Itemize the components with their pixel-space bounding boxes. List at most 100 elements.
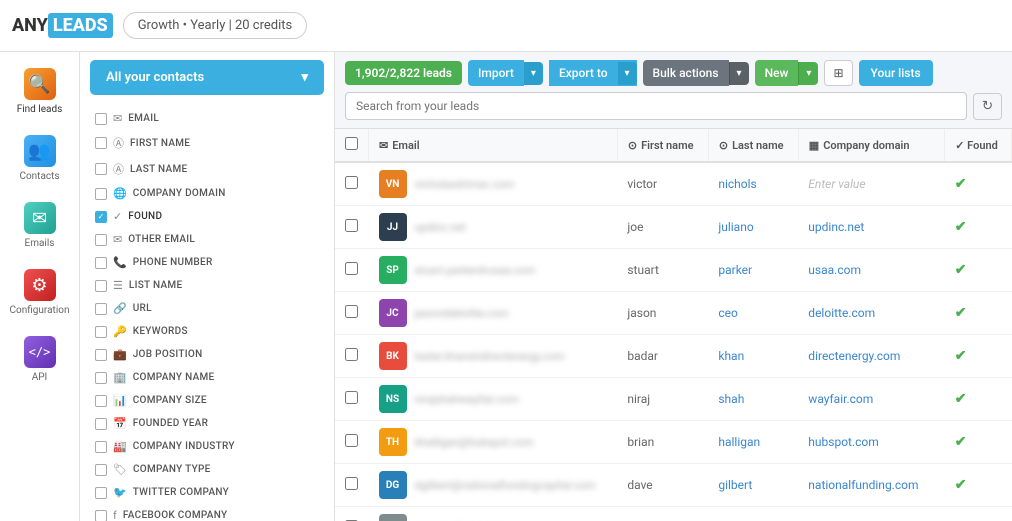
row-checkbox[interactable] (345, 391, 358, 404)
filter-item[interactable]: 📅 FOUNDED YEAR (80, 412, 334, 435)
email-cell: VNnicholasdrlmac.com (369, 162, 618, 206)
email-cell-inner: SPstuart.parkerdrusaa.com (379, 256, 608, 284)
row-checkbox-cell (335, 335, 369, 378)
export-arrow[interactable]: ▾ (618, 62, 637, 85)
export-main[interactable]: Export to (549, 60, 618, 86)
domain-cell: nationalfunding.com (798, 464, 944, 507)
filter-checkbox (95, 257, 107, 269)
all-contacts-button[interactable]: All your contacts ▾ (90, 60, 324, 95)
search-input[interactable] (345, 92, 967, 120)
filter-item[interactable]: 🌐COMPANY DOMAIN (80, 182, 334, 205)
row-checkbox[interactable] (345, 477, 358, 490)
row-checkbox[interactable] (345, 434, 358, 447)
filter-item[interactable]: 🏢COMPANY NAME (80, 366, 334, 389)
sidebar-item-api[interactable]: </> API (4, 328, 76, 391)
refresh-button[interactable]: ↻ (973, 93, 1002, 120)
logo-leads: LEADS (48, 13, 113, 38)
filter-item[interactable]: 🏷COMPANY TYPE (80, 458, 334, 481)
import-arrow[interactable]: ▾ (524, 62, 543, 85)
col-firstname: ⊙First name (617, 129, 708, 162)
filter-item[interactable]: ☰LIST NAME (80, 274, 334, 297)
email-cell: DGdgilbert@nationalfundingcapital.com (369, 464, 618, 507)
email-cell: NSnirajshahwayfair.com (369, 378, 618, 421)
found-cell: ✔ (945, 507, 1012, 521)
filter-label: COMPANY TYPE (133, 464, 211, 475)
new-button[interactable]: New ▾ (755, 60, 819, 86)
sidebar-item-contacts[interactable]: 👥 Contacts (4, 127, 76, 190)
sidebar-item-configuration[interactable]: ⚙ Configuration (4, 261, 76, 324)
new-arrow[interactable]: ▾ (798, 62, 818, 85)
filter-label: FOUND (128, 211, 162, 222)
sidebar-label-emails: Emails (25, 238, 55, 249)
table-row[interactable]: SPstuart.parkerdrusaa.comstuartparkerusa… (335, 249, 1012, 292)
row-checkbox-cell (335, 464, 369, 507)
table-row[interactable]: DGdgilbert@nationalfundingcapital.comdav… (335, 464, 1012, 507)
filter-icon: 🏢 (113, 371, 127, 384)
found-checkmark: ✔ (955, 391, 967, 407)
filter-icon: 🐦 (113, 486, 127, 499)
filter-icon: 📊 (113, 394, 127, 407)
domain-cell: usaa.com (798, 249, 944, 292)
filter-checkbox (95, 137, 107, 149)
firstname-cell: jason (617, 292, 708, 335)
row-checkbox[interactable] (345, 348, 358, 361)
firstname-cell: badar (617, 335, 708, 378)
bulk-actions-button[interactable]: Bulk actions ▾ (643, 60, 749, 86)
your-lists-button[interactable]: Your lists (859, 60, 933, 86)
sidebar-item-findleads[interactable]: 🔍 Find leads (4, 60, 76, 123)
filter-item[interactable]: fFACEBOOK COMPANY (80, 504, 334, 521)
import-main[interactable]: Import (468, 60, 524, 86)
row-checkbox[interactable] (345, 305, 358, 318)
filter-item[interactable]: 🔑KEYWORDS (80, 320, 334, 343)
table-row[interactable]: JCjasonddeloitte.comjasonceodeloitte.com… (335, 292, 1012, 335)
filter-item[interactable]: 🐦 TWITTER COMPANY (80, 481, 334, 504)
filter-icon: 💼 (113, 348, 127, 361)
filter-panel: All your contacts ▾ ✉EMAILⒶFIRST NAMEⒶLA… (80, 52, 335, 521)
table-row[interactable]: BKbadar.khanshdirectenergy.combadarkhand… (335, 335, 1012, 378)
filter-icon: 📞 (113, 256, 127, 269)
sidebar-label-findleads: Find leads (17, 104, 63, 115)
filter-label: EMAIL (128, 113, 159, 124)
filter-icon: 🏭 (113, 440, 127, 453)
table-row[interactable]: NSnirajshahwayfair.comnirajshahwayfair.c… (335, 378, 1012, 421)
table-row[interactable]: JJupdinc.netjoejulianoupdinc.net✔ (335, 206, 1012, 249)
columns-button[interactable]: ⊞ (824, 60, 852, 86)
filter-icon: ✓ (113, 210, 122, 223)
row-checkbox[interactable] (345, 219, 358, 232)
select-all-checkbox[interactable] (345, 137, 358, 150)
filter-label: TWITTER COMPANY (133, 487, 229, 498)
bulk-arrow[interactable]: ▾ (729, 62, 749, 85)
row-checkbox[interactable] (345, 262, 358, 275)
filter-icon: 🔑 (113, 325, 127, 338)
filter-label: FOUNDED YEAR (133, 418, 209, 429)
sidebar-item-emails[interactable]: ✉ Emails (4, 194, 76, 257)
filter-item[interactable]: 🏭COMPANY INDUSTRY (80, 435, 334, 458)
filter-item[interactable]: ✉EMAIL (80, 107, 334, 130)
filter-item[interactable]: ⒶLAST NAME (80, 156, 334, 182)
filter-checkbox (95, 418, 107, 430)
filter-label: PHONE NUMBER (133, 257, 213, 268)
table-row[interactable]: VNnicholasdrlmac.comvictornicholsEnter v… (335, 162, 1012, 206)
new-main[interactable]: New (755, 60, 799, 86)
filter-item[interactable]: ✉OTHER EMAIL (80, 228, 334, 251)
bulk-main[interactable]: Bulk actions (643, 60, 729, 86)
filter-item[interactable]: ✓✓FOUND (80, 205, 334, 228)
filter-item[interactable]: ⒶFIRST NAME (80, 130, 334, 156)
filter-checkbox (95, 441, 107, 453)
email-cell-inner: THbhalligan@hubspot.com (379, 428, 608, 456)
import-button[interactable]: Import ▾ Import via CSV (468, 60, 543, 86)
filter-item[interactable]: 📞 PHONE NUMBER (80, 251, 334, 274)
domain-cell: directenergy.com (798, 335, 944, 378)
filter-icon: 📅 (113, 417, 127, 430)
table-row[interactable]: CCcarl.ceo@me.comcarlceoEnter value✔ (335, 507, 1012, 521)
filter-item[interactable]: 💼JOB POSITION (80, 343, 334, 366)
avatar: NS (379, 385, 407, 413)
table-row[interactable]: THbhalligan@hubspot.combrianhalliganhubs… (335, 421, 1012, 464)
filter-item[interactable]: 🔗URL (80, 297, 334, 320)
row-checkbox[interactable] (345, 176, 358, 189)
filter-checkbox (95, 349, 107, 361)
filter-checkbox (95, 234, 107, 246)
export-button[interactable]: Export to ▾ (549, 60, 637, 86)
filter-item[interactable]: 📊COMPANY SIZE (80, 389, 334, 412)
filter-label: COMPANY DOMAIN (133, 188, 226, 199)
